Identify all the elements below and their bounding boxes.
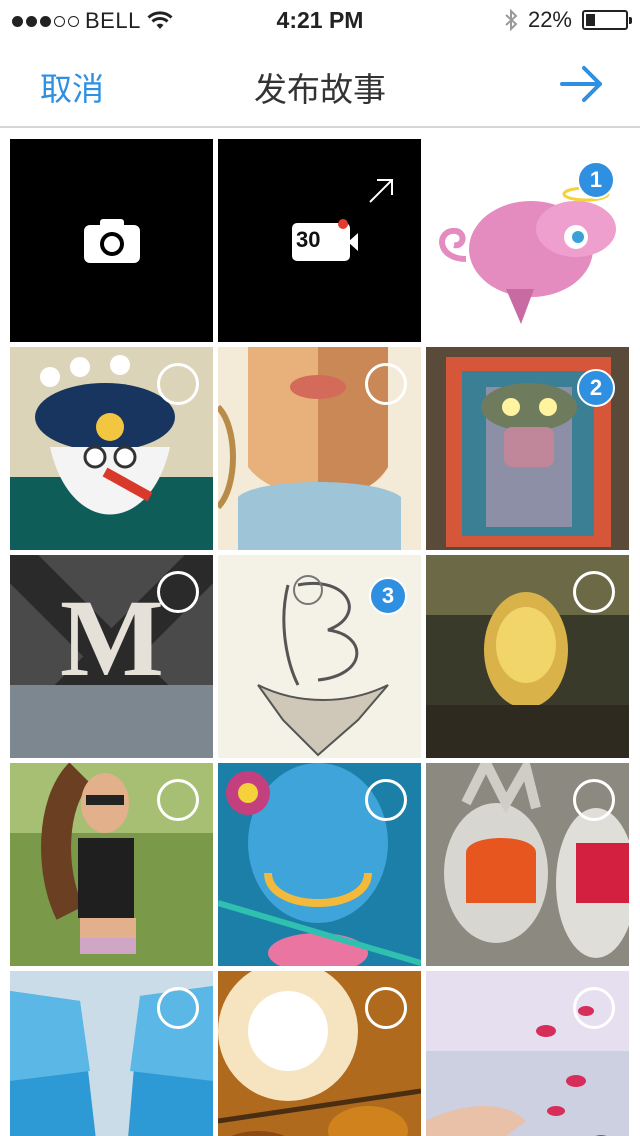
expand-arrow-icon[interactable] <box>367 177 395 205</box>
photo-tile-girl-portrait[interactable] <box>218 347 421 550</box>
select-circle[interactable] <box>573 987 615 1029</box>
select-circle[interactable] <box>157 571 199 613</box>
select-circle[interactable] <box>365 363 407 405</box>
photo-tile-woman-sunglasses[interactable] <box>10 763 213 966</box>
photo-tile-autumn-leaves-sun[interactable] <box>218 971 421 1136</box>
photo-tile-blue-creature[interactable] <box>218 763 421 966</box>
camera-icon <box>84 219 140 263</box>
selected-badge[interactable]: 3 <box>369 577 407 615</box>
battery-percent: 22% <box>527 7 572 32</box>
photo-tile-letter-b-tree-island[interactable]: 3 <box>218 555 421 758</box>
photo-tile-pixel-mona-lisa[interactable] <box>426 555 629 758</box>
select-circle[interactable] <box>157 363 199 405</box>
select-circle[interactable] <box>157 779 199 821</box>
video-lens <box>348 233 358 251</box>
photo-tile-sailor-captain[interactable] <box>10 347 213 550</box>
battery-icon <box>582 10 632 30</box>
video-capture-tile[interactable]: 30 <box>218 139 421 342</box>
photo-tile-letter-m-collage[interactable]: M <box>10 555 213 758</box>
photo-tile-ice-cliffs[interactable] <box>10 971 213 1136</box>
select-circle[interactable] <box>365 779 407 821</box>
svg-text:M: M <box>60 577 164 699</box>
select-circle[interactable] <box>365 987 407 1029</box>
photo-tile-framed-monster[interactable]: 2 <box>426 347 629 550</box>
arrow-right-icon[interactable] <box>560 64 604 104</box>
photo-tile-pink-elephant[interactable]: 1 <box>426 139 629 342</box>
status-right: 22% <box>504 7 632 33</box>
photo-tile-sculpture-faces[interactable] <box>426 763 629 966</box>
photo-tile-hand-petals[interactable] <box>426 971 629 1136</box>
video-camera-icon: 30 <box>292 219 358 261</box>
status-bar: BELL 4:21 PM 22% <box>0 0 640 40</box>
record-dot <box>338 219 348 229</box>
selected-badge[interactable]: 1 <box>577 161 615 199</box>
page-title: 发布故事 <box>254 71 386 108</box>
nav-bar: 取消 发布故事 <box>0 40 640 128</box>
battery-fill <box>586 14 596 26</box>
selected-badge[interactable]: 2 <box>577 369 615 407</box>
select-circle[interactable] <box>573 779 615 821</box>
select-circle[interactable] <box>157 987 199 1029</box>
bluetooth-icon <box>505 9 518 31</box>
video-duration-label: 30 <box>296 227 321 252</box>
select-circle[interactable] <box>573 571 615 613</box>
camera-capture-tile[interactable] <box>10 139 213 342</box>
